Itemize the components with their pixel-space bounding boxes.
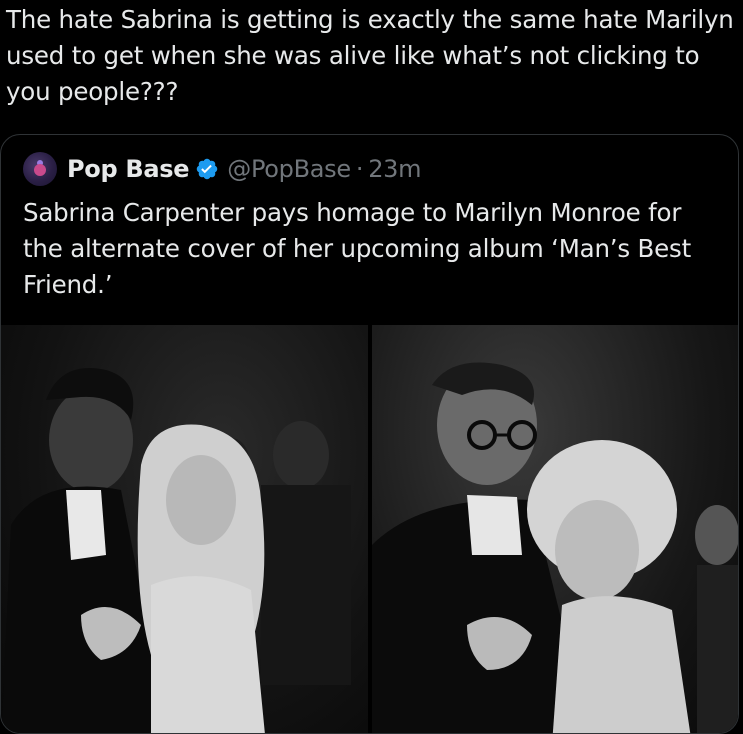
quoted-timestamp[interactable]: 23m bbox=[368, 155, 421, 183]
quoted-tweet-text: Sabrina Carpenter pays homage to Marilyn… bbox=[23, 198, 691, 299]
media-image-marilyn[interactable] bbox=[372, 325, 738, 733]
quoted-handle[interactable]: @PopBase bbox=[227, 155, 351, 183]
marilyn-photo-illustration bbox=[372, 362, 738, 733]
pop-base-avatar[interactable] bbox=[23, 152, 57, 186]
sabrina-photo-illustration bbox=[1, 368, 351, 733]
meta-separator: · bbox=[355, 155, 364, 183]
quoted-display-name[interactable]: Pop Base bbox=[67, 155, 190, 183]
quoted-tweet-header: Pop Base @PopBase · 23m bbox=[23, 151, 422, 187]
quoted-tweet-card[interactable]: Pop Base @PopBase · 23m Sabrina Carpente… bbox=[0, 134, 739, 734]
tweet-text: The hate Sabrina is getting is exactly t… bbox=[6, 5, 734, 106]
media-image-sabrina[interactable] bbox=[1, 325, 368, 733]
verified-badge-icon bbox=[197, 158, 218, 180]
